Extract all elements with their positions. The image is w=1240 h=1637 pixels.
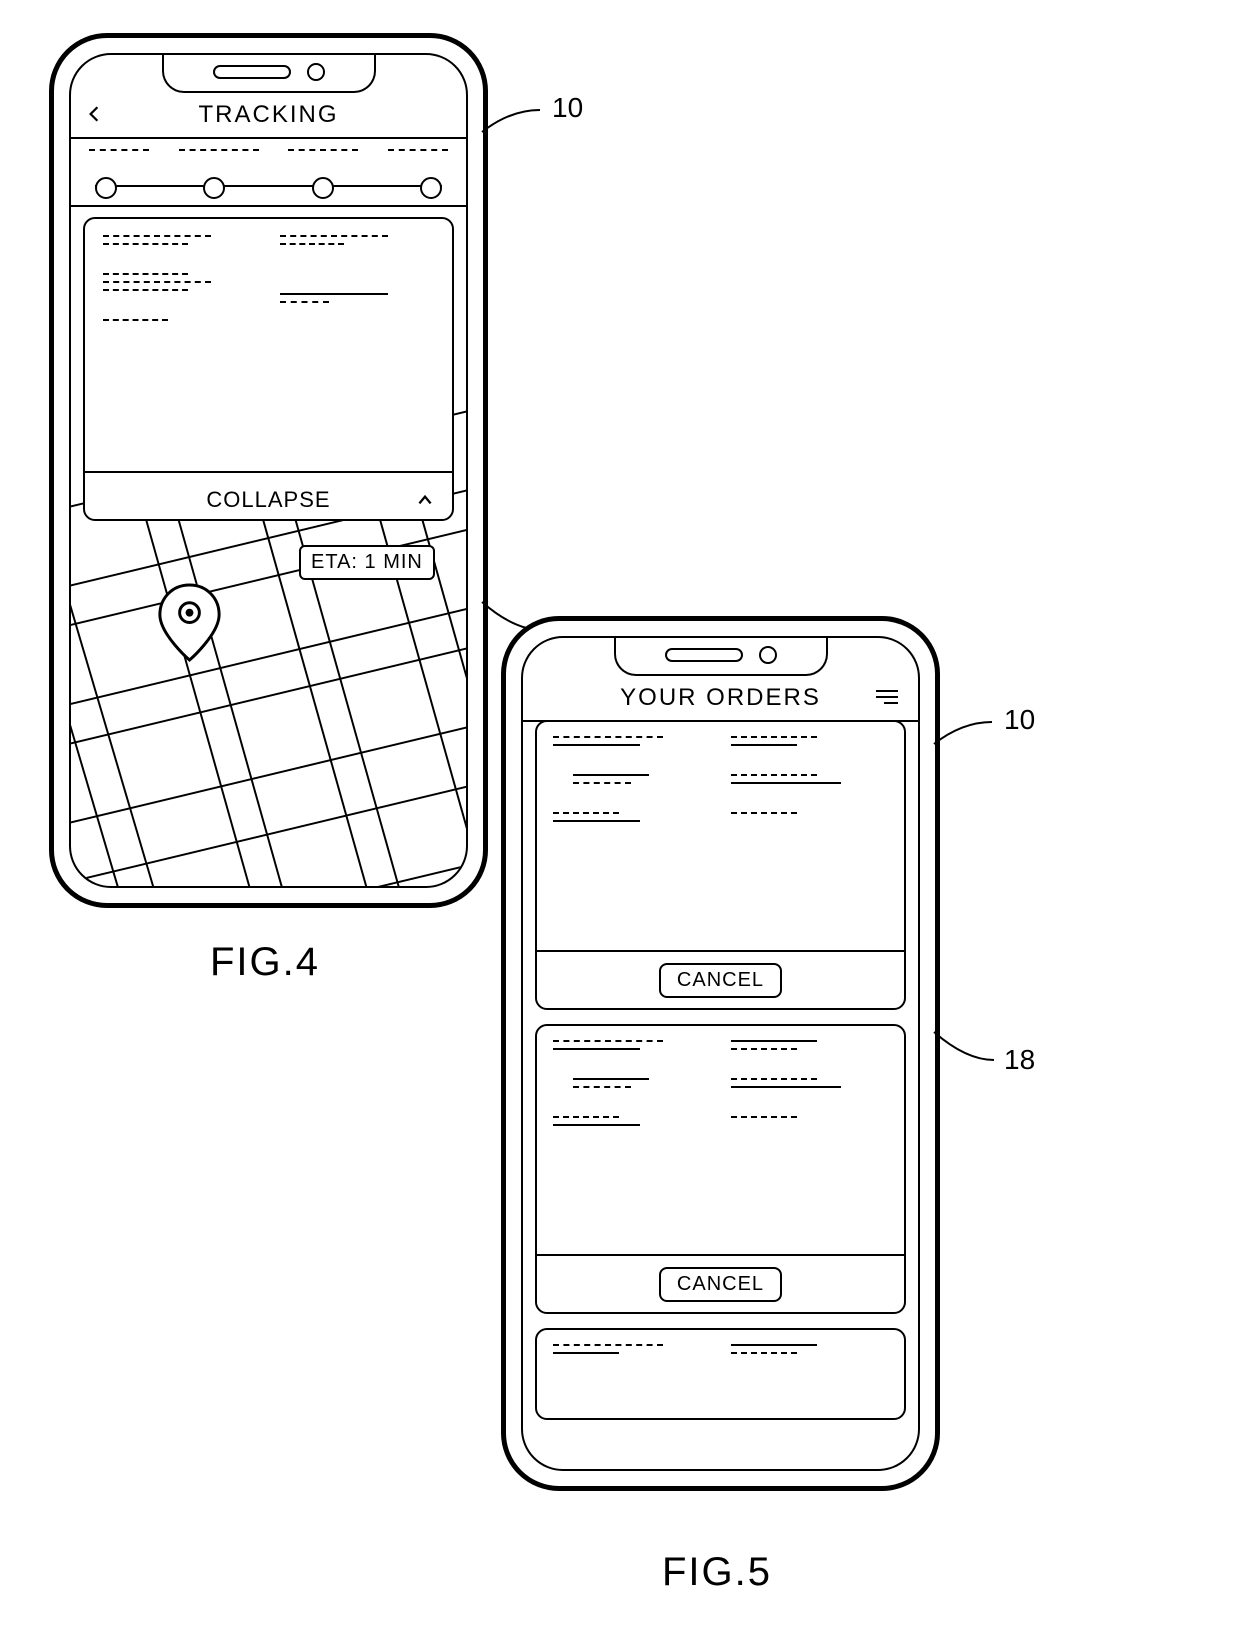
map-pin-icon: [160, 585, 219, 660]
device-fig5: YOUR ORDERS: [501, 616, 940, 1491]
step-node[interactable]: [95, 177, 117, 199]
speaker-slot: [665, 648, 743, 662]
phone-notch: [162, 53, 376, 93]
ref-number: 10: [1004, 704, 1035, 736]
order-card: CANCEL: [535, 720, 906, 1010]
info-card: COLLAPSE: [83, 217, 454, 521]
header-bar: TRACKING: [71, 93, 466, 139]
ref-number: 10: [552, 92, 583, 124]
leader-line: [932, 1030, 1002, 1070]
phone-notch: [614, 636, 828, 676]
progress-labels: [89, 149, 448, 151]
speaker-slot: [213, 65, 291, 79]
step-node[interactable]: [420, 177, 442, 199]
eta-badge: ETA: 1 MIN: [299, 545, 435, 580]
cancel-button[interactable]: CANCEL: [659, 963, 782, 998]
ref-number: 18: [1004, 1044, 1035, 1076]
header-bar: YOUR ORDERS: [523, 676, 918, 722]
filter-icon[interactable]: [876, 690, 898, 704]
step-node[interactable]: [312, 177, 334, 199]
order-card: [535, 1328, 906, 1420]
figure-label: FIG.5: [662, 1550, 772, 1595]
chevron-up-icon: [416, 491, 434, 509]
info-col-right: [280, 235, 435, 455]
camera-dot: [759, 646, 777, 664]
page-title: YOUR ORDERS: [620, 684, 821, 712]
figure-label: FIG.4: [210, 940, 320, 985]
leader-line: [932, 720, 1002, 760]
screen-fig4: TRACKING: [69, 53, 468, 888]
leader-line: [480, 108, 550, 148]
camera-dot: [307, 63, 325, 81]
screen-fig5: YOUR ORDERS: [521, 636, 920, 1471]
device-fig4: TRACKING: [49, 33, 488, 908]
collapse-button[interactable]: COLLAPSE: [85, 471, 452, 527]
progress-panel: [71, 139, 466, 207]
info-col-left: [103, 235, 258, 455]
page-title: TRACKING: [198, 101, 338, 129]
back-icon[interactable]: [85, 105, 103, 123]
step-node[interactable]: [203, 177, 225, 199]
patent-figure-page: TRACKING: [0, 0, 1240, 1637]
cancel-button[interactable]: CANCEL: [659, 1267, 782, 1302]
collapse-label: COLLAPSE: [206, 487, 330, 513]
order-card: CANCEL: [535, 1024, 906, 1314]
orders-list: CANCEL: [535, 720, 906, 1469]
